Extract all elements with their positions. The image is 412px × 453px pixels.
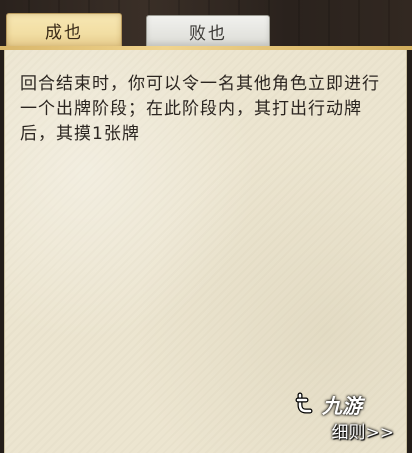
details-link[interactable]: 细则>> <box>332 418 395 443</box>
watermark: 九游 <box>292 390 382 418</box>
tab-baiye[interactable]: 败也 <box>146 15 270 47</box>
tab-label: 败也 <box>189 24 227 44</box>
tab-chengye[interactable]: 成也 <box>6 13 122 47</box>
tab-label: 成也 <box>45 23 83 43</box>
jiuyou-logo-icon <box>295 392 313 414</box>
skill-description: 回合结束时，你可以令一名其他角色立即进行一个出牌阶段；在此阶段内，其打出行动牌后… <box>20 74 380 144</box>
watermark-text: 九游 <box>322 393 362 418</box>
